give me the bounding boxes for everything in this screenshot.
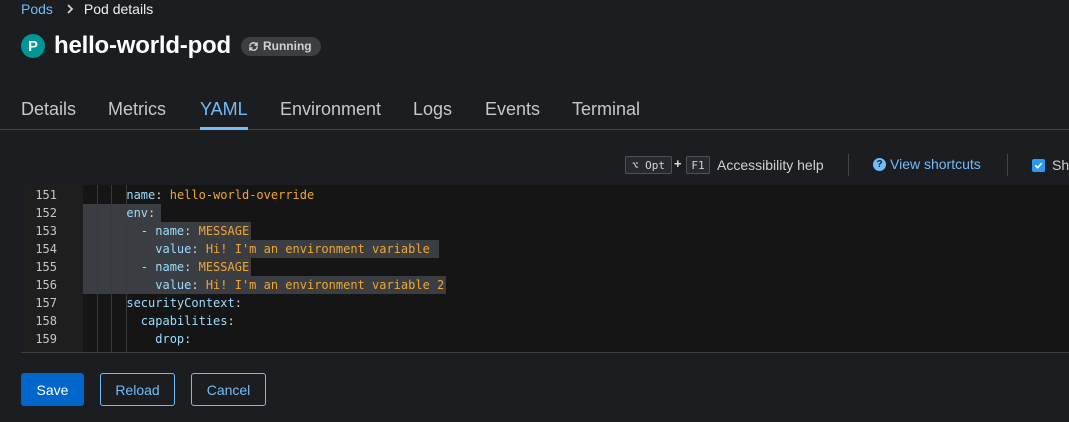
line-number-gutter: 151 152 153 154 155 156 157 158 159 bbox=[21, 185, 83, 352]
line-number: 154 bbox=[35, 242, 57, 256]
divider bbox=[1007, 154, 1008, 176]
line-number: 157 bbox=[35, 296, 57, 310]
line-number: 151 bbox=[35, 188, 57, 202]
tab-yaml[interactable]: YAML bbox=[200, 89, 248, 130]
tab-environment[interactable]: Environment bbox=[280, 89, 381, 129]
chevron-right-icon bbox=[67, 4, 74, 14]
show-checkbox-label: Sh bbox=[1052, 157, 1069, 173]
line-number: 158 bbox=[35, 314, 57, 328]
status-label: Running bbox=[262, 39, 312, 53]
show-checkbox[interactable] bbox=[1032, 159, 1045, 172]
tab-terminal[interactable]: Terminal bbox=[572, 89, 640, 129]
reload-button[interactable]: Reload bbox=[100, 373, 175, 406]
question-circle-icon: ? bbox=[873, 157, 886, 171]
code-line: drop: bbox=[155, 332, 192, 346]
page-header: P hello-world-pod Running bbox=[21, 32, 321, 59]
save-button[interactable]: Save bbox=[21, 373, 84, 406]
cancel-button[interactable]: Cancel bbox=[191, 373, 266, 406]
code-line: value: Hi! I'm an environment variable 2 bbox=[155, 278, 445, 292]
status-badge: Running bbox=[240, 36, 321, 56]
code-line: - name: MESSAGE bbox=[83, 224, 250, 238]
yaml-editor[interactable]: 151 152 153 154 155 156 157 158 159 name… bbox=[21, 185, 1069, 353]
line-number: 153 bbox=[35, 224, 57, 238]
code-line: securityContext: bbox=[126, 296, 242, 310]
sync-icon bbox=[249, 41, 258, 51]
line-number: 156 bbox=[35, 278, 57, 292]
option-key: ⌥ Opt bbox=[625, 156, 672, 174]
tab-bar: Details Metrics YAML Environment Logs Ev… bbox=[0, 89, 1069, 130]
line-number: 159 bbox=[35, 332, 57, 346]
editor-toolbar: ⌥ Opt + F1 Accessibility help ? View sho… bbox=[0, 153, 1069, 177]
breadcrumb: Pods Pod details bbox=[21, 1, 153, 17]
code-line: value: Hi! I'm an environment variable bbox=[155, 242, 430, 256]
breadcrumb-current: Pod details bbox=[83, 1, 154, 17]
line-number: 152 bbox=[35, 206, 57, 220]
code-line: capabilities: bbox=[140, 314, 235, 328]
view-shortcuts-button[interactable]: ? View shortcuts bbox=[873, 156, 981, 172]
tab-logs[interactable]: Logs bbox=[413, 89, 452, 129]
pod-resource-icon: P bbox=[21, 34, 45, 58]
divider bbox=[848, 154, 849, 176]
view-shortcuts-label: View shortcuts bbox=[890, 156, 981, 172]
checkmark-icon bbox=[1034, 162, 1043, 169]
tab-details[interactable]: Details bbox=[21, 89, 76, 129]
plus-sign: + bbox=[674, 156, 682, 171]
tab-events[interactable]: Events bbox=[485, 89, 540, 129]
page-title: hello-world-pod bbox=[54, 32, 231, 59]
accessibility-help-label: Accessibility help bbox=[717, 157, 824, 173]
f1-key: F1 bbox=[686, 156, 710, 174]
line-number: 155 bbox=[35, 260, 57, 274]
code-line: name: hello-world-override bbox=[126, 188, 315, 202]
breadcrumb-pods-link[interactable]: Pods bbox=[21, 1, 53, 17]
tab-metrics[interactable]: Metrics bbox=[108, 89, 166, 129]
code-line: - name: MESSAGE bbox=[83, 260, 250, 274]
code-line: env: bbox=[126, 206, 156, 220]
